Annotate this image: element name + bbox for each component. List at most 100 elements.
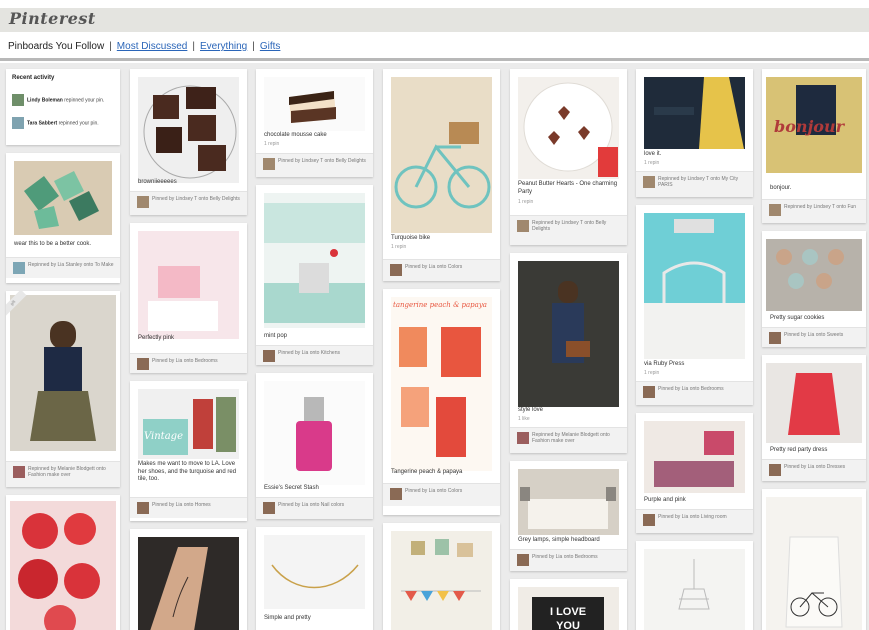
pin-image[interactable]: [138, 77, 239, 183]
pin-attribution-text[interactable]: Repinned by Lindsey T onto Fun: [784, 204, 862, 210]
pin-card[interactable]: gift Repinned by Melanie Blodgett onto F…: [6, 291, 120, 487]
pin-attribution-text[interactable]: Pinned by Lindsey T onto Belly Delights: [152, 196, 243, 202]
pin-card[interactable]: love it. 1 repin Repinned by Lindsey T o…: [636, 69, 753, 197]
pin-card[interactable]: Vintage Makes me want to move to LA. Lov…: [130, 381, 247, 521]
pin-image[interactable]: [10, 295, 116, 451]
pin-card[interactable]: bonjour bonjour. Repinned by Lindsey T o…: [762, 69, 866, 223]
nav-link-most-discussed[interactable]: Most Discussed: [117, 41, 188, 52]
pin-image[interactable]: [391, 531, 492, 630]
pin-card[interactable]: Simple and pretty: [256, 527, 373, 630]
avatar[interactable]: [263, 350, 275, 362]
avatar[interactable]: [769, 332, 781, 344]
pin-card[interactable]: Peanut Butter Hearts - One charming Part…: [510, 69, 627, 245]
pinterest-logo[interactable]: Pinterest: [9, 9, 96, 28]
pin-image[interactable]: [644, 421, 745, 493]
pin-image[interactable]: [766, 363, 862, 443]
pin-image[interactable]: [391, 297, 492, 471]
pin-card[interactable]: tangerine peach & papaya Tangerine peach…: [383, 289, 500, 515]
pin-image[interactable]: [138, 231, 239, 339]
image-overlay-text: bonjour: [774, 117, 845, 136]
pin-attribution-text[interactable]: Repinned by Melanie Blodgett onto Fashio…: [28, 466, 116, 478]
pin-description: Perfectly pink: [138, 335, 175, 341]
pin-card[interactable]: style love 1 like Repinned by Melanie Bl…: [510, 253, 627, 453]
pin-image[interactable]: [14, 161, 112, 235]
pin-card[interactable]: via Ruby Press 1 repin Pinned by Lia ont…: [636, 205, 753, 405]
activity-item[interactable]: Tara Sabbert repinned your pin.: [12, 117, 99, 129]
pin-attribution-text[interactable]: Pinned by Lia onto Living room: [658, 514, 749, 520]
pin-image[interactable]: [518, 261, 619, 407]
pin-attribution-text[interactable]: Pinned by Lindsey T onto Belly Delights: [278, 158, 369, 164]
pin-image[interactable]: [10, 501, 116, 630]
pin-card[interactable]: chocolate mousse cake 1 repin Pinned by …: [256, 69, 373, 177]
avatar[interactable]: [517, 432, 529, 444]
pin-attribution-text[interactable]: Pinned by Lia onto Colors: [405, 264, 496, 270]
avatar[interactable]: [13, 262, 25, 274]
avatar[interactable]: [517, 554, 529, 566]
avatar[interactable]: [137, 196, 149, 208]
pin-image[interactable]: Vintage: [138, 389, 239, 459]
pin-image[interactable]: [264, 77, 365, 131]
pin-image[interactable]: I LOVE YOU: [518, 587, 619, 630]
pin-image[interactable]: [264, 381, 365, 485]
pin-image[interactable]: [518, 469, 619, 535]
pin-image[interactable]: [264, 193, 365, 328]
pin-card[interactable]: [636, 541, 753, 630]
pin-card[interactable]: browniieeeees Pinned by Lindsey T onto B…: [130, 69, 247, 215]
avatar[interactable]: [643, 514, 655, 526]
nav-link-everything[interactable]: Everything: [200, 41, 247, 52]
pin-card[interactable]: [6, 495, 120, 630]
avatar[interactable]: [643, 386, 655, 398]
avatar[interactable]: [769, 464, 781, 476]
pin-attribution-text[interactable]: Pinned by Lia onto Sweets: [784, 332, 862, 338]
pin-card[interactable]: [383, 523, 500, 630]
avatar[interactable]: [13, 466, 25, 478]
pin-card[interactable]: Essie's Secret Stash Pinned by Lia onto …: [256, 373, 373, 519]
pin-image[interactable]: [766, 497, 862, 630]
pin-card[interactable]: mint pop Pinned by Lia onto Kitchens: [256, 185, 373, 365]
pin-attribution-text[interactable]: Pinned by Lia onto Kitchens: [278, 350, 369, 356]
pin-card[interactable]: Turquoise bike 1 repin Pinned by Lia ont…: [383, 69, 500, 281]
pin-attribution-text[interactable]: Repinned by Lia Stanley onto To Make: [28, 262, 116, 268]
activity-item[interactable]: Lindy Boleman repinned your pin.: [12, 94, 104, 106]
avatar[interactable]: [137, 358, 149, 370]
pin-attribution-text[interactable]: Repinned by Melanie Blodgett onto Fashio…: [532, 432, 623, 444]
pin-attribution-text[interactable]: Pinned by Lia onto Colors: [405, 488, 496, 494]
pin-attribution: Pinned by Lia onto Living room: [636, 509, 753, 533]
pin-card[interactable]: Pretty sugar cookies Pinned by Lia onto …: [762, 231, 866, 347]
pin-card[interactable]: Pretty red party dress Pinned by Lia ont…: [762, 355, 866, 481]
pin-card[interactable]: Perfectly pink Pinned by Lia onto Bedroo…: [130, 223, 247, 373]
pin-image[interactable]: [391, 77, 492, 233]
pin-attribution-text[interactable]: Repinned by Lindsey T onto My City PARIS: [658, 176, 749, 188]
pin-description: Grey lamps, simple headboard: [518, 537, 600, 543]
pin-attribution-text[interactable]: Pinned by Lia onto Bedrooms: [532, 554, 623, 560]
pin-image[interactable]: [138, 537, 239, 630]
avatar[interactable]: [263, 158, 275, 170]
pin-image[interactable]: [644, 549, 745, 630]
pin-card[interactable]: Purple and pink Pinned by Lia onto Livin…: [636, 413, 753, 533]
avatar[interactable]: [390, 264, 402, 276]
avatar[interactable]: [769, 204, 781, 216]
avatar[interactable]: [643, 176, 655, 188]
pin-card[interactable]: I LOVE YOU: [510, 579, 627, 630]
pin-card[interactable]: [130, 529, 247, 630]
pin-card[interactable]: wear this to be a better cook. Repinned …: [6, 153, 120, 283]
pin-card[interactable]: Grey lamps, simple headboard Pinned by L…: [510, 461, 627, 571]
pin-attribution-text[interactable]: Pinned by Lia onto Nail colors: [278, 502, 369, 508]
avatar[interactable]: [390, 488, 402, 500]
pin-image[interactable]: [518, 77, 619, 179]
pin-image[interactable]: [766, 239, 862, 311]
pin-card[interactable]: [762, 489, 866, 630]
avatar[interactable]: [263, 502, 275, 514]
nav-link-gifts[interactable]: Gifts: [260, 41, 281, 52]
pin-image[interactable]: [644, 77, 745, 149]
pin-image[interactable]: [264, 535, 365, 609]
avatar[interactable]: [137, 502, 149, 514]
pin-attribution-text[interactable]: Repinned by Lindsey T onto Belly Delight…: [532, 220, 623, 232]
pin-attribution-text[interactable]: Pinned by Lia onto Bedrooms: [152, 358, 243, 364]
pin-image[interactable]: [644, 213, 745, 359]
avatar[interactable]: [517, 220, 529, 232]
pin-attribution-text[interactable]: Pinned by Lia onto Homes: [152, 502, 243, 508]
pin-description: love it.: [644, 151, 662, 157]
pin-attribution-text[interactable]: Pinned by Lia onto Dresses: [784, 464, 862, 470]
pin-attribution-text[interactable]: Pinned by Lia onto Bedrooms: [658, 386, 749, 392]
